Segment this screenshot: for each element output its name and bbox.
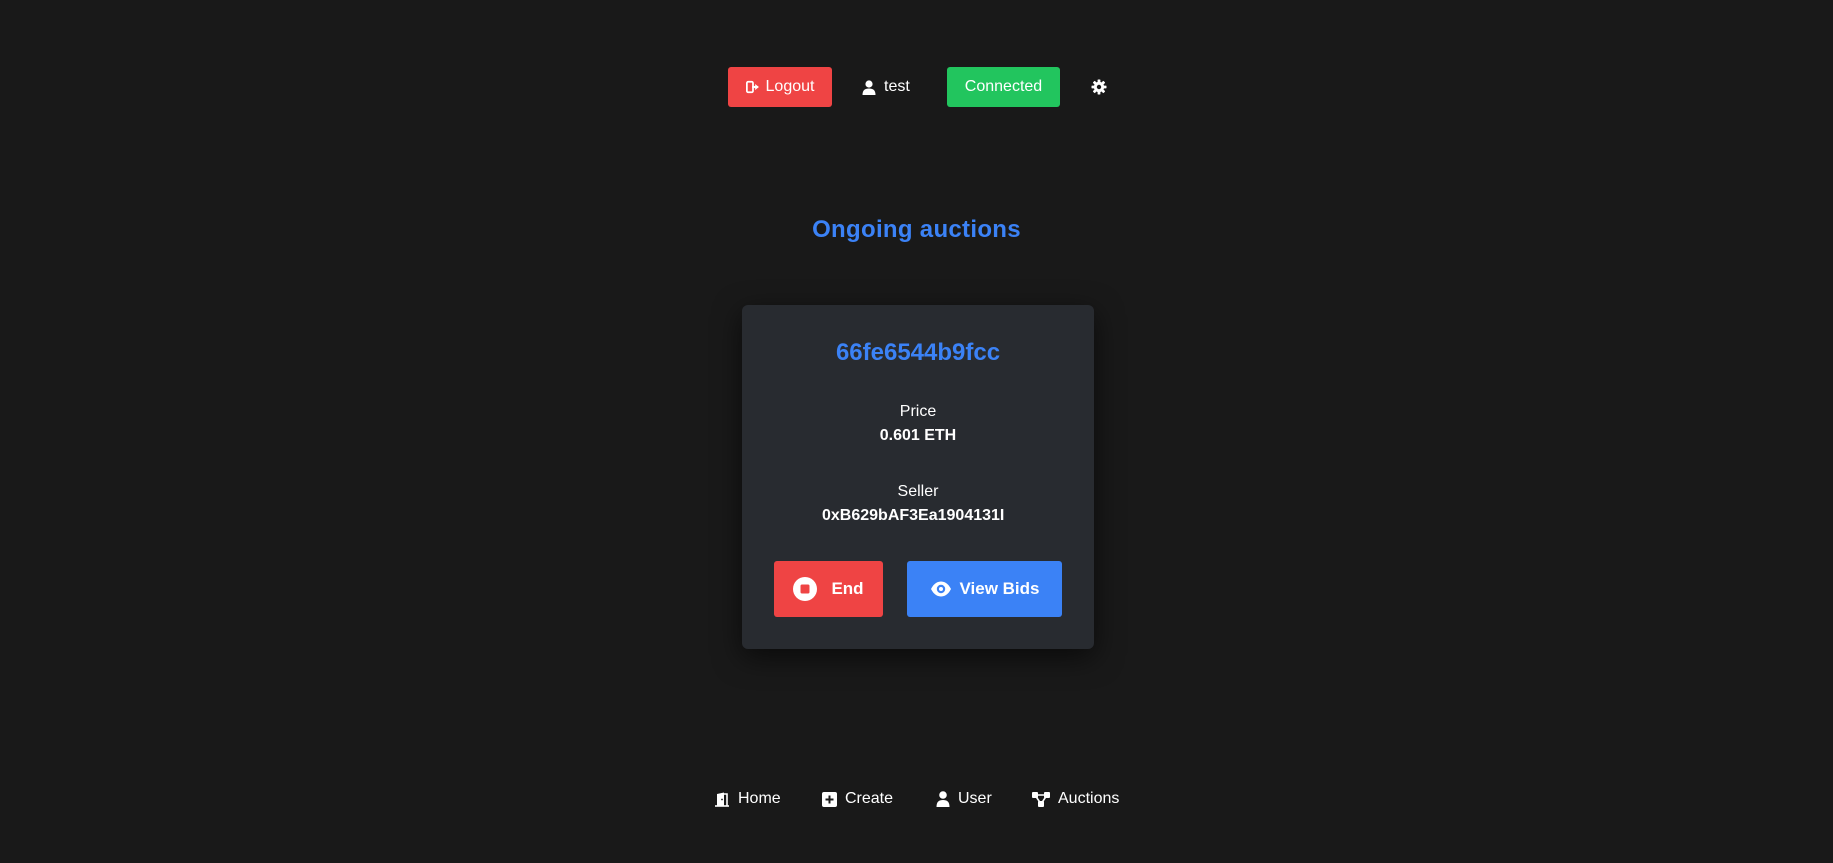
top-header: Logout test Connected bbox=[0, 67, 1833, 107]
nav-item-create[interactable]: Create bbox=[822, 788, 893, 810]
logout-label: Logout bbox=[765, 78, 815, 95]
user-icon bbox=[862, 79, 876, 95]
auction-id: 66fe6544b9fcc bbox=[835, 339, 1001, 366]
price-label: Price bbox=[899, 403, 937, 420]
connection-status-button[interactable]: Connected bbox=[947, 67, 1060, 107]
nav-user-label: User bbox=[958, 790, 992, 807]
network-icon bbox=[1032, 791, 1050, 807]
nav-home-label: Home bbox=[738, 790, 781, 807]
seller-address: 0xB629bAF3Ea1904131I bbox=[822, 507, 1005, 524]
price-value: 0.601 ETH bbox=[879, 427, 957, 444]
sign-out-icon bbox=[745, 80, 760, 94]
username: test bbox=[884, 78, 910, 95]
gear-icon bbox=[1091, 79, 1107, 95]
nav-item-auctions[interactable]: Auctions bbox=[1032, 788, 1119, 810]
plus-square-icon bbox=[822, 791, 837, 807]
view-bids-button[interactable]: View Bids bbox=[907, 561, 1062, 617]
bottom-nav: Home Create User Auctions bbox=[0, 788, 1833, 810]
settings-button[interactable] bbox=[1090, 78, 1108, 96]
stop-circle-icon bbox=[793, 577, 818, 601]
connection-status-label: Connected bbox=[964, 78, 1043, 95]
nav-create-label: Create bbox=[845, 790, 894, 807]
end-label: End bbox=[831, 579, 864, 598]
user-icon bbox=[936, 791, 950, 807]
view-bids-label: View Bids bbox=[959, 579, 1040, 598]
door-open-icon bbox=[714, 792, 730, 807]
eye-icon bbox=[930, 581, 952, 597]
nav-item-home[interactable]: Home bbox=[714, 788, 781, 810]
logout-button[interactable]: Logout bbox=[728, 67, 832, 107]
auction-card: 66fe6544b9fcc Price 0.601 ETH Seller 0xB… bbox=[742, 305, 1094, 649]
nav-auctions-label: Auctions bbox=[1058, 790, 1120, 807]
current-user: test bbox=[862, 67, 910, 107]
end-auction-button[interactable]: End bbox=[774, 561, 883, 617]
nav-item-user[interactable]: User bbox=[936, 788, 992, 810]
page-title: Ongoing auctions bbox=[812, 216, 1021, 243]
seller-label: Seller bbox=[897, 483, 939, 500]
page: Logout test Connected Ongoing auctions 6… bbox=[0, 0, 1833, 863]
